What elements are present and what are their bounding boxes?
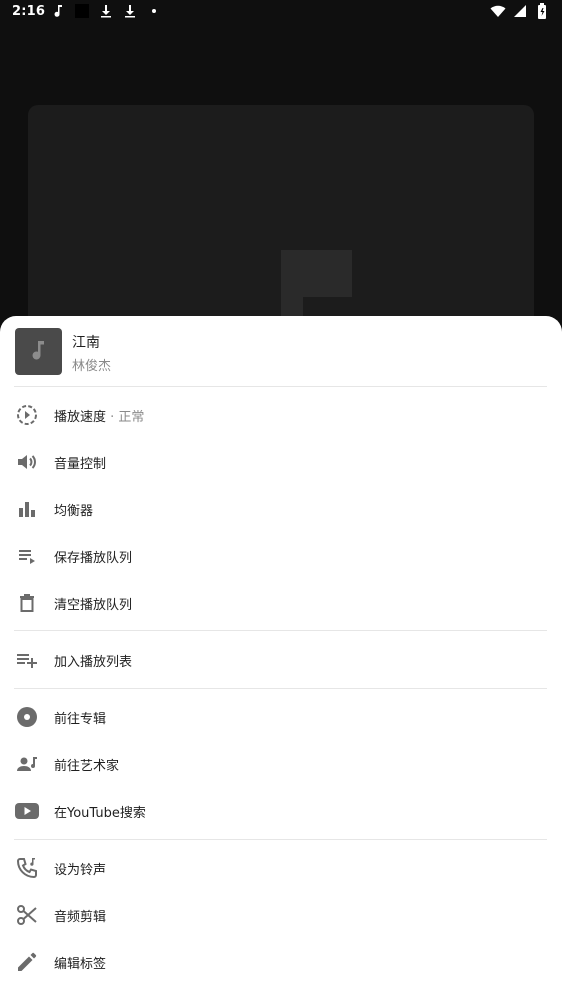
song-thumbnail: [15, 328, 62, 375]
divider: [14, 630, 547, 631]
divider: [14, 688, 547, 689]
scissors-icon: [14, 903, 40, 927]
download-icon: [98, 3, 114, 19]
menu-label: 清空播放队列: [54, 598, 133, 613]
trash-icon: [14, 591, 40, 615]
status-right-icons: [490, 3, 550, 19]
menu-label: 播放速度 · 正常: [54, 410, 145, 425]
divider: [14, 839, 547, 840]
menu-label: 音频剪辑: [54, 910, 107, 925]
download-icon: [122, 3, 138, 19]
menu-label: 前往专辑: [54, 712, 107, 727]
playback-speed-value: · 正常: [106, 410, 145, 425]
youtube-icon: [14, 799, 40, 823]
playlist-add-icon: [14, 648, 40, 672]
black-square-icon: [74, 3, 90, 19]
status-bar: 2:16: [0, 0, 562, 24]
menu-item-set-ringtone[interactable]: 设为铃声: [0, 845, 562, 891]
wifi-icon: [490, 3, 506, 19]
pencil-icon: [14, 950, 40, 974]
menu-item-playback-speed[interactable]: 播放速度 · 正常: [0, 392, 562, 438]
menu-item-save-queue[interactable]: 保存播放队列: [0, 533, 562, 579]
menu-item-youtube-search[interactable]: 在YouTube搜索: [0, 788, 562, 834]
song-title: 江南: [72, 335, 100, 351]
menu-item-edit-tags[interactable]: 编辑标签: [0, 939, 562, 985]
menu-label: 前往艺术家: [54, 759, 120, 774]
phone-ringtone-icon: [14, 856, 40, 880]
status-time: 2:16: [12, 4, 46, 19]
menu-label: 在YouTube搜索: [54, 806, 146, 821]
menu-item-audio-cut[interactable]: 音频剪辑: [0, 892, 562, 938]
menu-item-equalizer[interactable]: 均衡器: [0, 486, 562, 532]
volume-icon: [14, 450, 40, 474]
music-note-icon: [50, 3, 66, 19]
menu-item-clear-queue[interactable]: 清空播放队列: [0, 580, 562, 626]
song-header: 江南 林俊杰: [0, 316, 562, 386]
dot-icon: [146, 3, 162, 19]
playlist-play-icon: [14, 544, 40, 568]
menu-item-go-album[interactable]: 前往专辑: [0, 694, 562, 740]
artist-icon: [14, 752, 40, 776]
signal-icon: [512, 3, 528, 19]
menu-label: 编辑标签: [54, 957, 107, 972]
divider: [14, 386, 547, 387]
menu-item-add-to-playlist[interactable]: 加入播放列表: [0, 637, 562, 683]
song-artist: 林俊杰: [72, 359, 112, 374]
music-note-icon: [31, 339, 47, 365]
menu-label: 加入播放列表: [54, 655, 133, 670]
menu-label: 均衡器: [54, 504, 94, 519]
menu-label: 保存播放队列: [54, 551, 133, 566]
playback-speed-icon: [14, 403, 40, 427]
equalizer-icon: [14, 497, 40, 521]
status-left-icons: [50, 3, 162, 19]
song-options-sheet: 江南 林俊杰 播放速度 · 正常 音量控制 均衡器 保存播放队列 清空播放队列 …: [0, 316, 562, 999]
album-icon: [14, 705, 40, 729]
menu-label: 设为铃声: [54, 863, 107, 878]
menu-item-go-artist[interactable]: 前往艺术家: [0, 741, 562, 787]
menu-item-volume[interactable]: 音量控制: [0, 439, 562, 485]
menu-label: 音量控制: [54, 457, 107, 472]
battery-icon: [534, 3, 550, 19]
